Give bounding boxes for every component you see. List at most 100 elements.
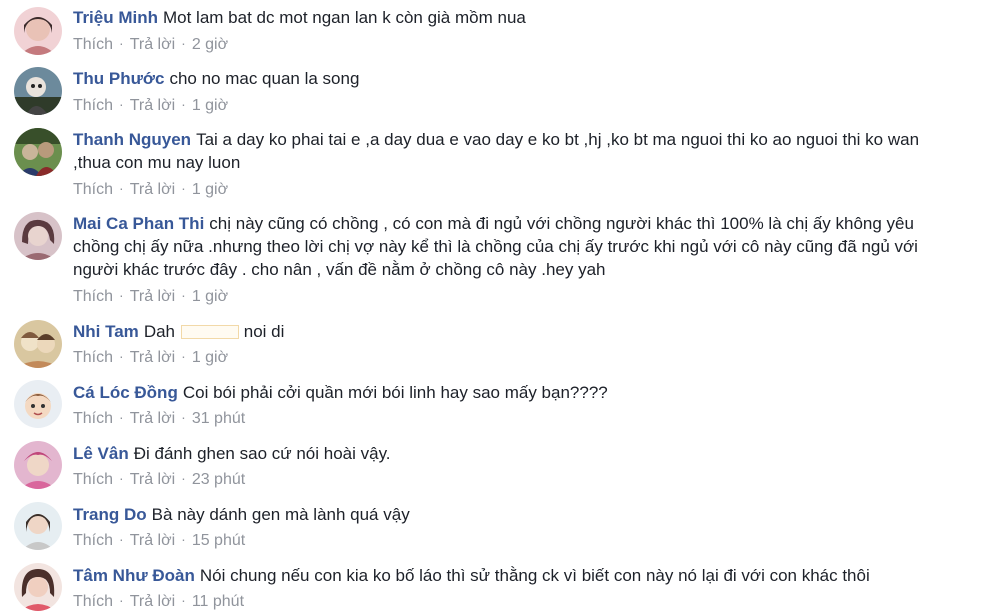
action-separator: · — [181, 35, 186, 51]
profile-photo — [14, 67, 62, 115]
avatar[interactable] — [14, 67, 62, 115]
comment-author[interactable]: Thanh Nguyen — [73, 130, 191, 149]
like-link[interactable]: Thích — [73, 593, 113, 610]
like-link[interactable]: Thích — [73, 288, 113, 305]
avatar[interactable] — [14, 380, 62, 428]
action-separator: · — [181, 180, 186, 196]
comment-actions: Thích · Trả lời · 1 giờ — [73, 286, 228, 307]
comment-body-line: người khác trước đây . cho nân , vấn đề … — [73, 260, 606, 279]
action-separator: · — [119, 531, 124, 547]
action-separator: · — [181, 531, 186, 547]
comment-actions: Thích · Trả lời · 23 phút — [73, 469, 245, 490]
comment-actions: Thích · Trả lời · 1 giờ — [73, 95, 228, 116]
comment-author[interactable]: Trang Do — [73, 505, 147, 524]
comment-text-line: Lê Vân Đi đánh ghen sao cứ nói hoài vậy. — [73, 442, 970, 465]
reply-link[interactable]: Trả lời — [130, 532, 175, 549]
like-link[interactable]: Thích — [73, 471, 113, 488]
reply-link[interactable]: Trả lời — [130, 97, 175, 114]
reply-link[interactable]: Trả lời — [130, 181, 175, 198]
comment-timestamp[interactable]: 31 phút — [192, 410, 245, 427]
comment-text-line: Triệu Minh Mot lam bat dc mot ngan lan k … — [73, 6, 970, 29]
comment-timestamp[interactable]: 1 giờ — [192, 288, 228, 305]
action-separator: · — [119, 592, 124, 608]
action-separator: · — [181, 96, 186, 112]
reply-link[interactable]: Trả lời — [130, 36, 175, 53]
comment-actions: Thích · Trả lời · 31 phút — [73, 408, 245, 429]
comment-timestamp[interactable]: 11 phút — [192, 593, 244, 610]
avatar[interactable] — [14, 7, 62, 55]
comment-author[interactable]: Triệu Minh — [73, 8, 158, 27]
redacted-mention — [181, 324, 239, 339]
comment-body: Đi đánh ghen sao cứ nói hoài vậy. — [133, 444, 391, 463]
comment-timestamp[interactable]: 15 phút — [192, 532, 245, 549]
comment-text-line: Tâm Như Đoàn Nói chung nếu con kia ko bố … — [73, 564, 970, 587]
like-link[interactable]: Thích — [73, 532, 113, 549]
reply-link[interactable]: Trả lời — [130, 471, 175, 488]
comment-timestamp[interactable]: 23 phút — [192, 471, 245, 488]
comment-text-line: Thanh Nguyen Tai a day ko phai tai e ,a d… — [73, 128, 970, 151]
profile-photo — [14, 320, 62, 368]
comment-body-line: chồng chị ấy nữa .nhưng theo lời chị vợ … — [73, 237, 918, 256]
profile-photo — [14, 441, 62, 489]
action-separator: · — [119, 470, 124, 486]
comment-text: Thanh Nguyen Tai a day ko phai tai e ,a d… — [73, 128, 970, 174]
action-separator: · — [181, 409, 186, 425]
comment-body: cho no mac quan la song — [169, 69, 360, 88]
action-separator: · — [181, 287, 186, 303]
comment-body: Bà này dánh gen mà lành quá vậy — [151, 505, 410, 524]
profile-photo — [14, 212, 62, 260]
comment-timestamp[interactable]: 1 giờ — [192, 181, 228, 198]
like-link[interactable]: Thích — [73, 97, 113, 114]
comment-actions: Thích · Trả lời · 15 phút — [73, 530, 245, 551]
like-link[interactable]: Thích — [73, 181, 113, 198]
comment-actions: Thích · Trả lời · 1 giờ — [73, 179, 228, 200]
profile-photo — [14, 380, 62, 428]
comment-text-line: Cá Lóc Đồng Coi bói phải cởi quần mới bói… — [73, 381, 970, 404]
action-separator: · — [119, 409, 124, 425]
comment-actions: Thích · Trả lời · 11 phút — [73, 591, 244, 612]
action-separator: · — [181, 470, 186, 486]
action-separator: · — [119, 348, 124, 364]
comment-author[interactable]: Nhi Tam — [73, 322, 139, 341]
avatar[interactable] — [14, 128, 62, 176]
action-separator: · — [119, 180, 124, 196]
comment-text-line: Mai Ca Phan Thi chị này cũng có chồng , c… — [73, 212, 970, 235]
comment-actions: Thích · Trả lời · 1 giờ — [73, 347, 228, 368]
comment-body: Coi bói phải cởi quần mới bói linh hay s… — [182, 383, 608, 402]
comment-timestamp[interactable]: 2 giờ — [192, 36, 228, 53]
comment-author[interactable]: Lê Vân — [73, 444, 129, 463]
avatar[interactable] — [14, 212, 62, 260]
comment-body-line: Tai a day ko phai tai e ,a day dua e vao… — [196, 130, 920, 149]
like-link[interactable]: Thích — [73, 410, 113, 427]
avatar[interactable] — [14, 441, 62, 489]
comment-author[interactable]: Tâm Như Đoàn — [73, 566, 195, 585]
comment-author[interactable]: Cá Lóc Đồng — [73, 383, 178, 402]
reply-link[interactable]: Trả lời — [130, 349, 175, 366]
comment-body-line: ,thua con mu nay luon — [73, 153, 241, 172]
like-link[interactable]: Thích — [73, 36, 113, 53]
comment-author[interactable]: Thu Phước — [73, 69, 164, 88]
reply-link[interactable]: Trả lời — [130, 593, 175, 610]
comment-body-start: Dah — [143, 322, 175, 341]
comment-text-line: Trang Do Bà này dánh gen mà lành quá vậy — [73, 503, 970, 526]
comment-text: Mai Ca Phan Thi chị này cũng có chồng , c… — [73, 212, 970, 281]
profile-photo — [14, 563, 62, 611]
comment-author[interactable]: Mai Ca Phan Thi — [73, 214, 204, 233]
action-separator: · — [181, 592, 186, 608]
avatar[interactable] — [14, 502, 62, 550]
comment-text-line: Nhi Tam Dah noi di — [73, 320, 970, 343]
profile-photo — [14, 7, 62, 55]
avatar[interactable] — [14, 320, 62, 368]
profile-photo — [14, 502, 62, 550]
comment-timestamp[interactable]: 1 giờ — [192, 97, 228, 114]
reply-link[interactable]: Trả lời — [130, 288, 175, 305]
profile-photo — [14, 128, 62, 176]
action-separator: · — [181, 348, 186, 364]
comment-timestamp[interactable]: 1 giờ — [192, 349, 228, 366]
avatar[interactable] — [14, 563, 62, 611]
reply-link[interactable]: Trả lời — [130, 410, 175, 427]
comment-actions: Thích · Trả lời · 2 giờ — [73, 34, 228, 55]
comment-body-end: noi di — [243, 322, 285, 341]
like-link[interactable]: Thích — [73, 349, 113, 366]
comment-body: Mot lam bat dc mot ngan lan k còn già mồ… — [163, 8, 526, 27]
